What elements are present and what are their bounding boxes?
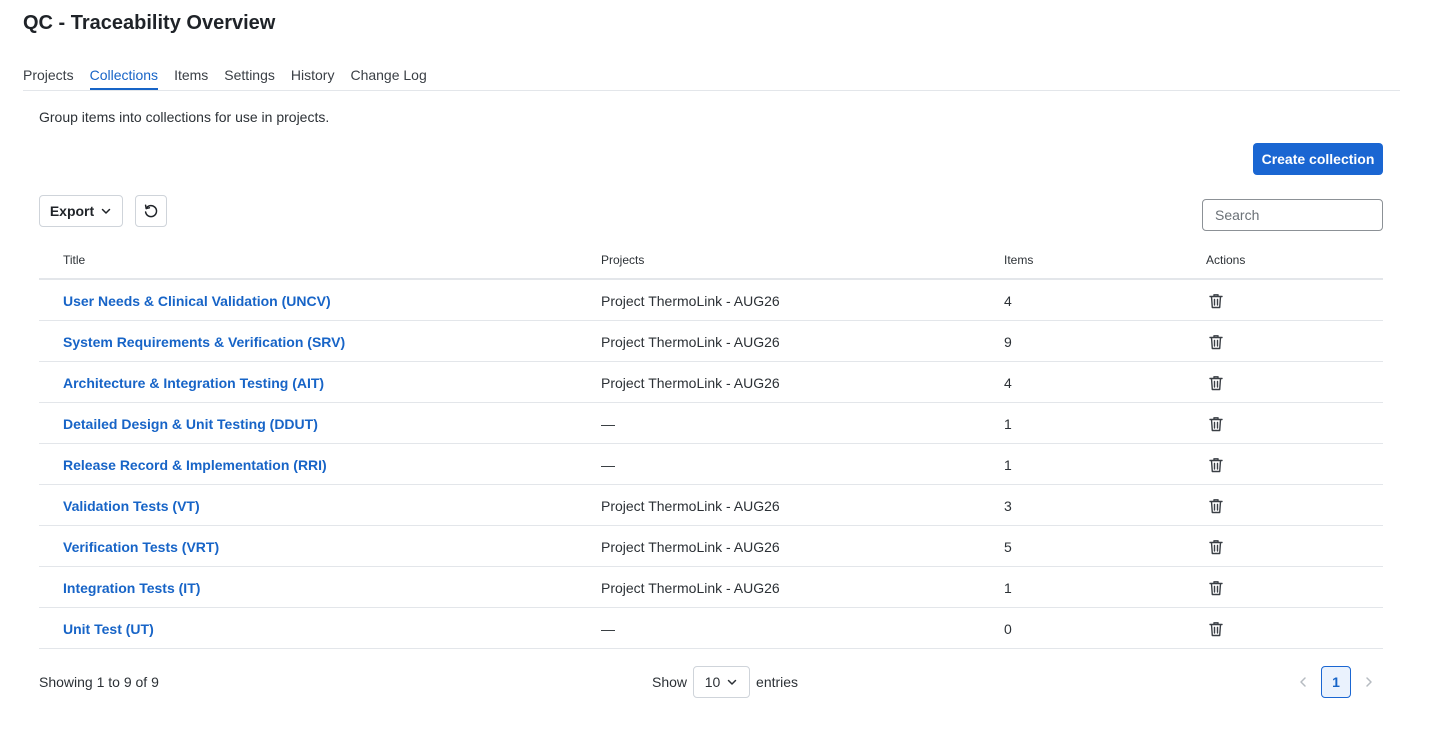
tab-settings[interactable]: Settings (224, 62, 275, 90)
collection-title-link[interactable]: Validation Tests (VT) (63, 498, 200, 514)
page-title: QC - Traceability Overview (23, 12, 276, 34)
table-row: User Needs & Clinical Validation (UNCV) … (39, 280, 1383, 321)
table-row: Architecture & Integration Testing (AIT)… (39, 362, 1383, 403)
trash-icon (1209, 622, 1223, 637)
entries-label: entries (756, 674, 799, 690)
pagination: 1 (1293, 666, 1379, 698)
tab-history[interactable]: History (291, 62, 335, 90)
collection-title-link[interactable]: User Needs & Clinical Validation (UNCV) (63, 293, 331, 309)
collection-title-link[interactable]: Verification Tests (VRT) (63, 539, 219, 555)
table-row: Release Record & Implementation (RRI) — … (39, 444, 1383, 485)
table-row: Detailed Design & Unit Testing (DDUT) — … (39, 403, 1383, 444)
collection-item-count: 3 (1004, 498, 1012, 514)
column-header-actions: Actions (1206, 253, 1246, 267)
next-page-button[interactable] (1359, 666, 1379, 698)
chevron-down-icon (101, 208, 111, 214)
collection-project: Project ThermoLink - AUG26 (601, 498, 780, 514)
previous-page-button[interactable] (1293, 666, 1313, 698)
chevron-down-icon (728, 679, 737, 685)
collection-project: Project ThermoLink - AUG26 (601, 293, 780, 309)
trash-icon (1209, 458, 1223, 473)
column-header-projects[interactable]: Projects (601, 253, 644, 267)
collection-title-link[interactable]: System Requirements & Verification (SRV) (63, 334, 345, 350)
collection-item-count: 0 (1004, 621, 1012, 637)
collection-item-count: 4 (1004, 293, 1012, 309)
showing-summary: Showing 1 to 9 of 9 (39, 674, 159, 690)
chevron-left-icon (1300, 677, 1306, 687)
table-row: Unit Test (UT) — 0 (39, 608, 1383, 649)
table-row: System Requirements & Verification (SRV)… (39, 321, 1383, 362)
collection-project: — (601, 457, 615, 473)
delete-button[interactable] (1206, 578, 1226, 598)
trash-icon (1209, 581, 1223, 596)
delete-button[interactable] (1206, 414, 1226, 434)
table-row: Validation Tests (VT) Project ThermoLink… (39, 485, 1383, 526)
search-input[interactable] (1202, 199, 1383, 231)
collection-title-link[interactable]: Architecture & Integration Testing (AIT) (63, 375, 324, 391)
page-size-select[interactable]: 10 (693, 666, 751, 698)
delete-button[interactable] (1206, 373, 1226, 393)
tab-items[interactable]: Items (174, 62, 208, 90)
collection-item-count: 1 (1004, 580, 1012, 596)
tab-collections[interactable]: Collections (89, 62, 159, 90)
trash-icon (1209, 540, 1223, 555)
column-header-items[interactable]: Items (1004, 253, 1033, 267)
trash-icon (1209, 417, 1223, 432)
collection-project: Project ThermoLink - AUG26 (601, 539, 780, 555)
page-number-button[interactable]: 1 (1321, 666, 1351, 698)
delete-button[interactable] (1206, 496, 1226, 516)
page-size-value: 10 (704, 674, 721, 690)
trash-icon (1209, 376, 1223, 391)
trash-icon (1209, 499, 1223, 514)
create-collection-button[interactable]: Create collection (1253, 143, 1383, 175)
page-description: Group items into collections for use in … (39, 109, 330, 125)
tab-bar: Projects Collections Items Settings Hist… (23, 62, 1400, 91)
collection-project: Project ThermoLink - AUG26 (601, 375, 780, 391)
table-row: Integration Tests (IT) Project ThermoLin… (39, 567, 1383, 608)
collection-item-count: 4 (1004, 375, 1012, 391)
column-header-title[interactable]: Title (63, 253, 85, 267)
delete-button[interactable] (1206, 537, 1226, 557)
delete-button[interactable] (1206, 291, 1226, 311)
collections-table: Title Projects Items Actions User Needs … (39, 240, 1383, 649)
tab-projects[interactable]: Projects (23, 62, 74, 90)
collection-title-link[interactable]: Unit Test (UT) (63, 621, 154, 637)
collection-title-link[interactable]: Integration Tests (IT) (63, 580, 200, 596)
page-size-control: Show 10 entries (652, 666, 798, 698)
collection-item-count: 9 (1004, 334, 1012, 350)
export-button[interactable]: Export (39, 195, 123, 227)
collection-item-count: 1 (1004, 457, 1012, 473)
collection-project: — (601, 416, 615, 432)
tab-change-log[interactable]: Change Log (350, 62, 426, 90)
export-label: Export (49, 203, 95, 219)
collection-project: — (601, 621, 615, 637)
trash-icon (1209, 294, 1223, 309)
delete-button[interactable] (1206, 619, 1226, 639)
table-row: Verification Tests (VRT) Project ThermoL… (39, 526, 1383, 567)
trash-icon (1209, 335, 1223, 350)
show-label: Show (652, 674, 688, 690)
table-header: Title Projects Items Actions (39, 240, 1383, 280)
collection-project: Project ThermoLink - AUG26 (601, 580, 780, 596)
collection-title-link[interactable]: Release Record & Implementation (RRI) (63, 457, 327, 473)
chevron-right-icon (1366, 677, 1372, 687)
collection-title-link[interactable]: Detailed Design & Unit Testing (DDUT) (63, 416, 318, 432)
collection-item-count: 1 (1004, 416, 1012, 432)
refresh-icon (144, 204, 158, 218)
delete-button[interactable] (1206, 455, 1226, 475)
collection-project: Project ThermoLink - AUG26 (601, 334, 780, 350)
refresh-button[interactable] (135, 195, 167, 227)
collection-item-count: 5 (1004, 539, 1012, 555)
delete-button[interactable] (1206, 332, 1226, 352)
